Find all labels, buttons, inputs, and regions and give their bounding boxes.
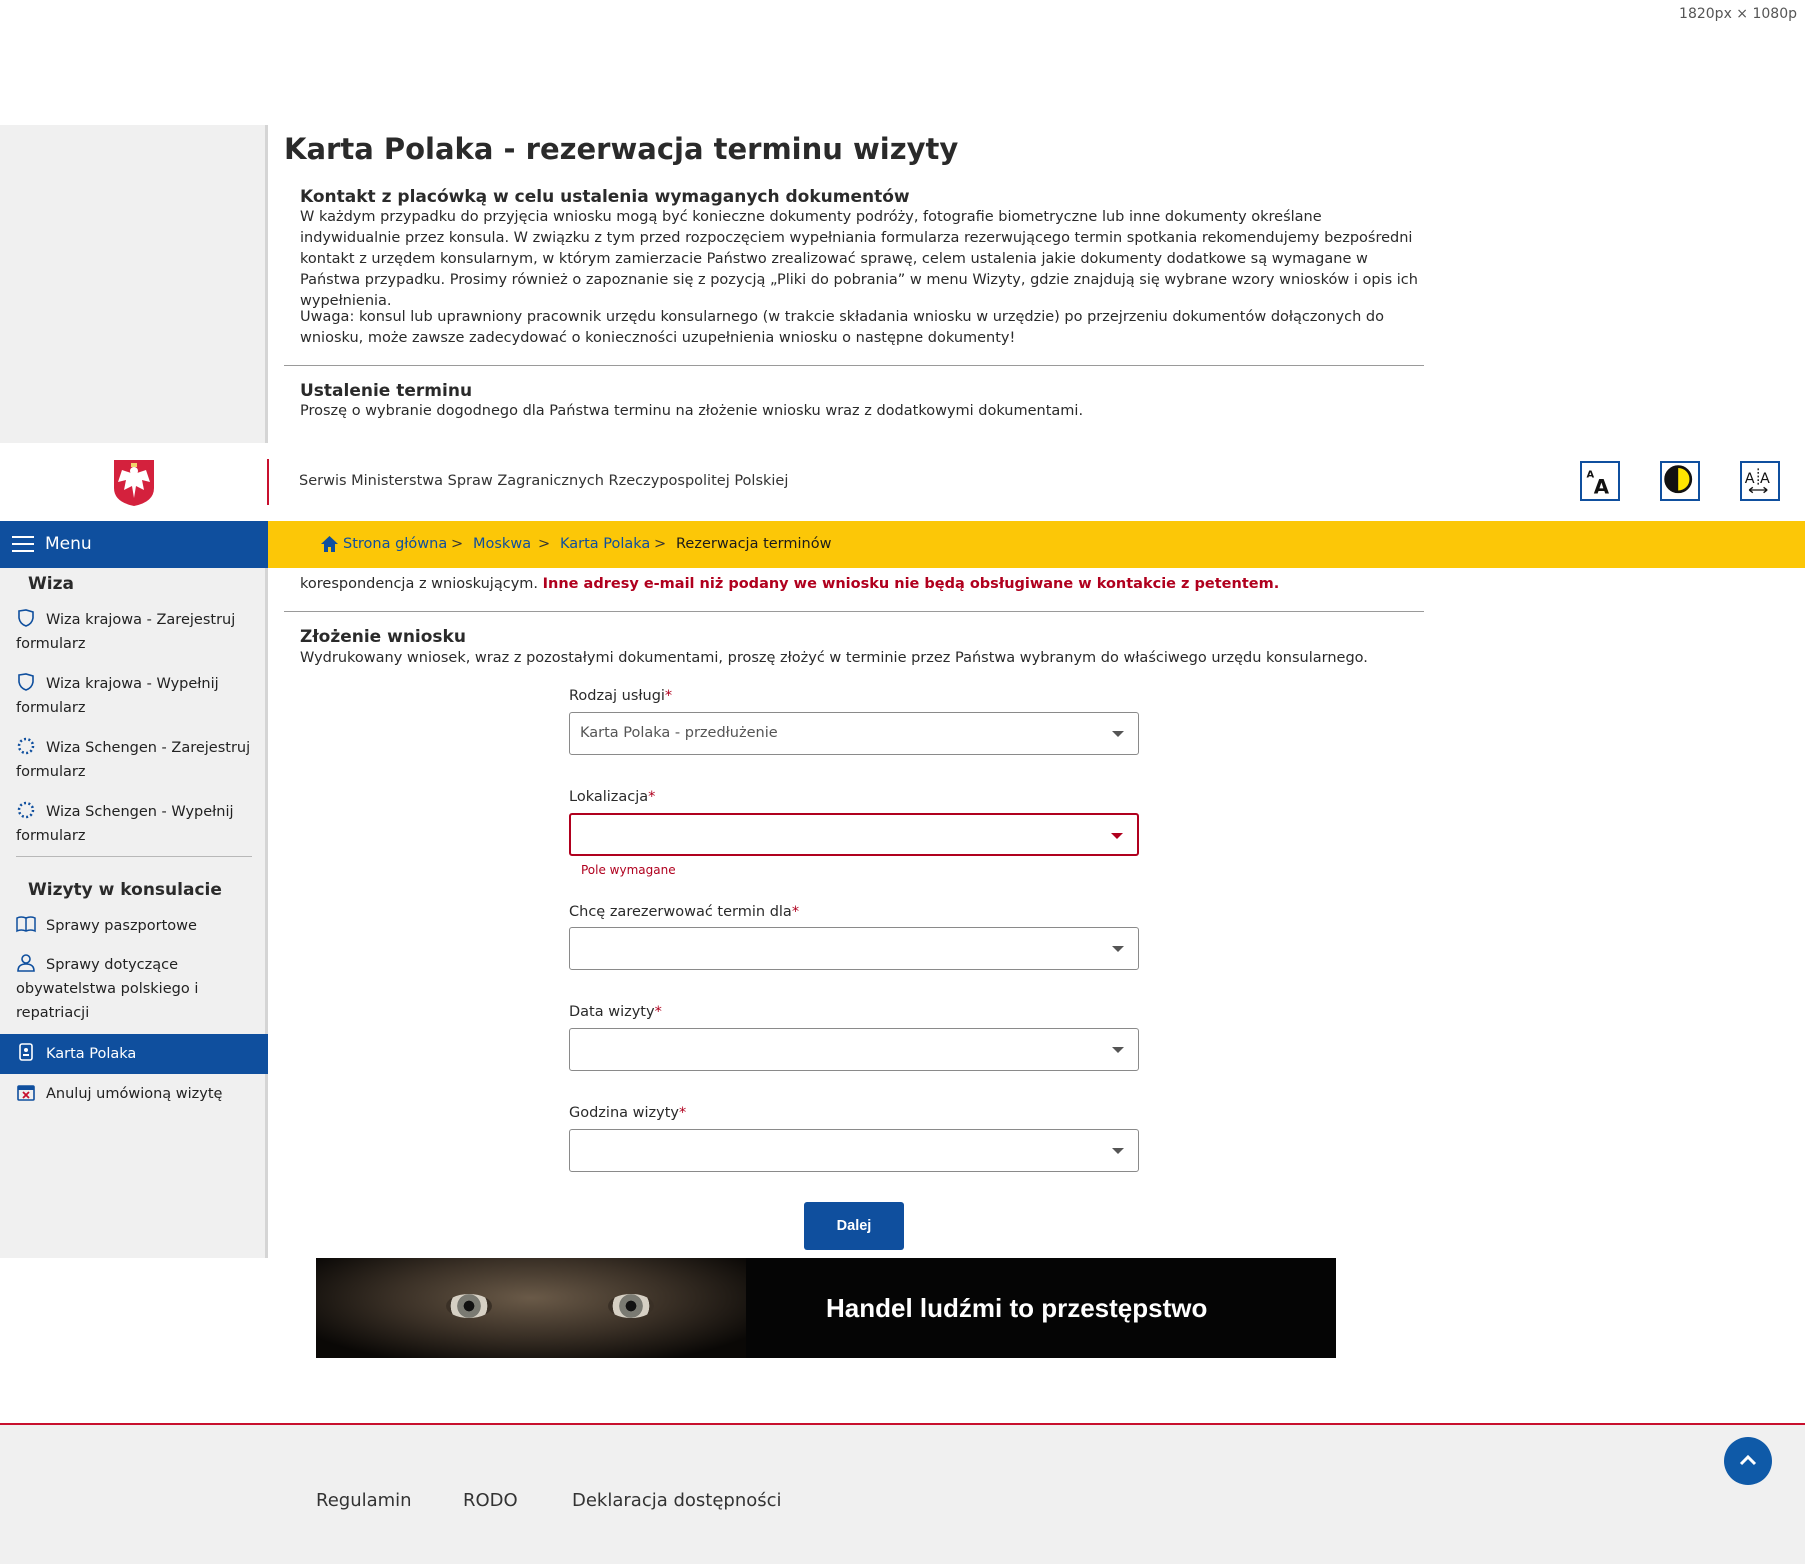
sidebar-item-label: Karta Polaka [46, 1046, 137, 1062]
banner-face-image [316, 1258, 746, 1358]
sidebar-item-wiza-krajowa-zarejestruj[interactable]: Wiza krajowa - Zarejestruj formularz [16, 608, 256, 656]
sidebar-background-top [0, 125, 268, 443]
breadcrumb-home[interactable]: Strona główna [343, 536, 447, 552]
chevron-down-icon [1112, 1148, 1124, 1154]
sidebar-heading-wizyty: Wizyty w konsulacie [28, 880, 222, 900]
font-size-icon[interactable]: A A [1580, 461, 1620, 501]
calendar-cancel-icon [17, 1085, 35, 1101]
chevron-down-icon [1111, 833, 1123, 839]
breadcrumb-moskwa[interactable]: Moskwa [473, 536, 531, 552]
submit-section-text: Wydrukowany wniosek, wraz z pozostałymi … [300, 650, 1368, 666]
breadcrumb-current: Rezerwacja terminów [676, 536, 832, 552]
letter-spacing-icon[interactable]: A A [1740, 461, 1780, 501]
chevron-down-icon [1112, 731, 1124, 737]
chevron-down-icon [1112, 1047, 1124, 1053]
shield-icon [18, 609, 34, 627]
sidebar-item-wiza-schengen-wypelnij[interactable]: Wiza Schengen - Wypełnij formularz [16, 800, 256, 848]
sidebar-item-karta-polaka[interactable]: Karta Polaka [0, 1034, 268, 1074]
banner-text: Handel ludźmi to przestępstwo [826, 1293, 1208, 1323]
sidebar-item-anuluj-wizyte[interactable]: Anuluj umówioną wizytę [16, 1082, 256, 1106]
sidebar-heading-wiza: Wiza [28, 574, 74, 594]
footer-link-deklaracja[interactable]: Deklaracja dostępności [572, 1490, 782, 1511]
next-button[interactable]: Dalej [804, 1202, 904, 1250]
service-name: Serwis Ministerstwa Spraw Zagranicznych … [299, 473, 789, 489]
polish-eagle-emblem-icon[interactable] [112, 458, 156, 508]
breadcrumb-separator: > [451, 536, 464, 552]
sidebar-menu: Wiza Wiza krajowa - Zarejestruj formular… [0, 568, 268, 1258]
shield-icon [18, 673, 34, 691]
visit-date-select[interactable] [569, 1028, 1139, 1071]
passport-book-icon [16, 916, 36, 933]
menu-label: Menu [45, 534, 92, 554]
eu-stars-icon [17, 801, 35, 819]
email-section-text: korespondencja z wnioskującym. Inne adre… [300, 574, 1425, 595]
scroll-to-top-button[interactable] [1724, 1437, 1772, 1485]
footer: Regulamin RODO Deklaracja dostępności [0, 1425, 1805, 1564]
submit-section-title: Złożenie wniosku [300, 627, 466, 647]
date-section-text: Proszę o wybranie dogodnego dla Państwa … [300, 403, 1084, 419]
reserve-for-label: Chcę zarezerwować termin dla* [569, 904, 800, 920]
email-warning-text: Inne adresy e-mail niż podany we wniosku… [542, 576, 1280, 592]
svg-text:A: A [1760, 471, 1770, 487]
sidebar-item-label: Sprawy paszportowe [46, 918, 197, 934]
divider [284, 365, 1424, 366]
id-card-icon [19, 1043, 33, 1061]
sidebar-item-label: Wiza krajowa - Wypełnij formularz [16, 676, 219, 716]
contact-section-note: Uwaga: konsul lub uprawniony pracownik u… [300, 309, 1384, 346]
email-section-plain: korespondencja z wnioskującym. [300, 576, 539, 592]
visit-time-label: Godzina wizyty* [569, 1105, 687, 1121]
breadcrumb: Strona główna > Moskwa > Karta Polaka > … [268, 521, 1805, 568]
sidebar-item-wiza-schengen-zarejestruj[interactable]: Wiza Schengen - Zarejestruj formularz [16, 736, 256, 784]
reserve-for-select[interactable] [569, 927, 1139, 970]
breadcrumb-separator: > [654, 536, 667, 552]
location-error-message: Pole wymagane [581, 863, 676, 877]
viewport-size-note: 1820px × 1080p [1679, 6, 1797, 22]
contact-section-text: W każdym przypadku do przyjęcia wniosku … [300, 209, 1418, 309]
sidebar-item-label: Sprawy dotyczące obywatelstwa polskiego … [16, 957, 199, 1021]
banner-eye-left [446, 1294, 492, 1318]
header-divider [267, 459, 269, 505]
human-trafficking-banner[interactable]: Handel ludźmi to przestępstwo [316, 1258, 1336, 1358]
contact-section-title: Kontakt z placówką w celu ustalenia wyma… [300, 187, 910, 207]
home-icon[interactable] [320, 535, 339, 553]
chevron-up-icon [1739, 1454, 1757, 1466]
visit-time-select[interactable] [569, 1129, 1139, 1172]
sidebar-item-label: Anuluj umówioną wizytę [46, 1086, 223, 1102]
sidebar-item-label: Wiza krajowa - Zarejestruj formularz [16, 612, 236, 652]
svg-text:A: A [1594, 476, 1610, 499]
location-label: Lokalizacja* [569, 789, 656, 805]
menu-toggle[interactable]: Menu [0, 521, 268, 568]
sidebar-item-sprawy-paszportowe[interactable]: Sprawy paszportowe [16, 914, 256, 938]
visit-date-label: Data wizyty* [569, 1004, 662, 1020]
service-type-value: Karta Polaka - przedłużenie [580, 725, 778, 741]
eu-stars-icon [17, 737, 35, 755]
sidebar-divider [16, 856, 252, 857]
sidebar-item-label: Wiza Schengen - Zarejestruj formularz [16, 740, 251, 780]
sidebar-item-wiza-krajowa-wypelnij[interactable]: Wiza krajowa - Wypełnij formularz [16, 672, 256, 720]
person-icon [17, 954, 35, 972]
contrast-icon[interactable] [1660, 461, 1700, 501]
breadcrumb-karta-polaka[interactable]: Karta Polaka [560, 536, 650, 552]
service-type-label: Rodzaj usługi* [569, 688, 673, 704]
footer-link-rodo[interactable]: RODO [463, 1490, 518, 1511]
page-title: Karta Polaka - rezerwacja terminu wizyty [284, 132, 959, 166]
sidebar-item-label: Wiza Schengen - Wypełnij formularz [16, 804, 234, 844]
chevron-down-icon [1112, 946, 1124, 952]
svg-text:A: A [1745, 471, 1755, 487]
site-header: Serwis Ministerstwa Spraw Zagranicznych … [0, 443, 1805, 521]
service-type-select[interactable]: Karta Polaka - przedłużenie [569, 712, 1139, 755]
banner-eye-right [608, 1294, 654, 1318]
location-select[interactable] [569, 813, 1139, 856]
footer-link-regulamin[interactable]: Regulamin [316, 1490, 412, 1511]
sidebar-item-obywatelstwo[interactable]: Sprawy dotyczące obywatelstwa polskiego … [16, 953, 256, 1025]
breadcrumb-separator: > [538, 536, 551, 552]
divider [284, 611, 1424, 612]
date-section-title: Ustalenie terminu [300, 381, 473, 401]
hamburger-icon [12, 536, 34, 552]
